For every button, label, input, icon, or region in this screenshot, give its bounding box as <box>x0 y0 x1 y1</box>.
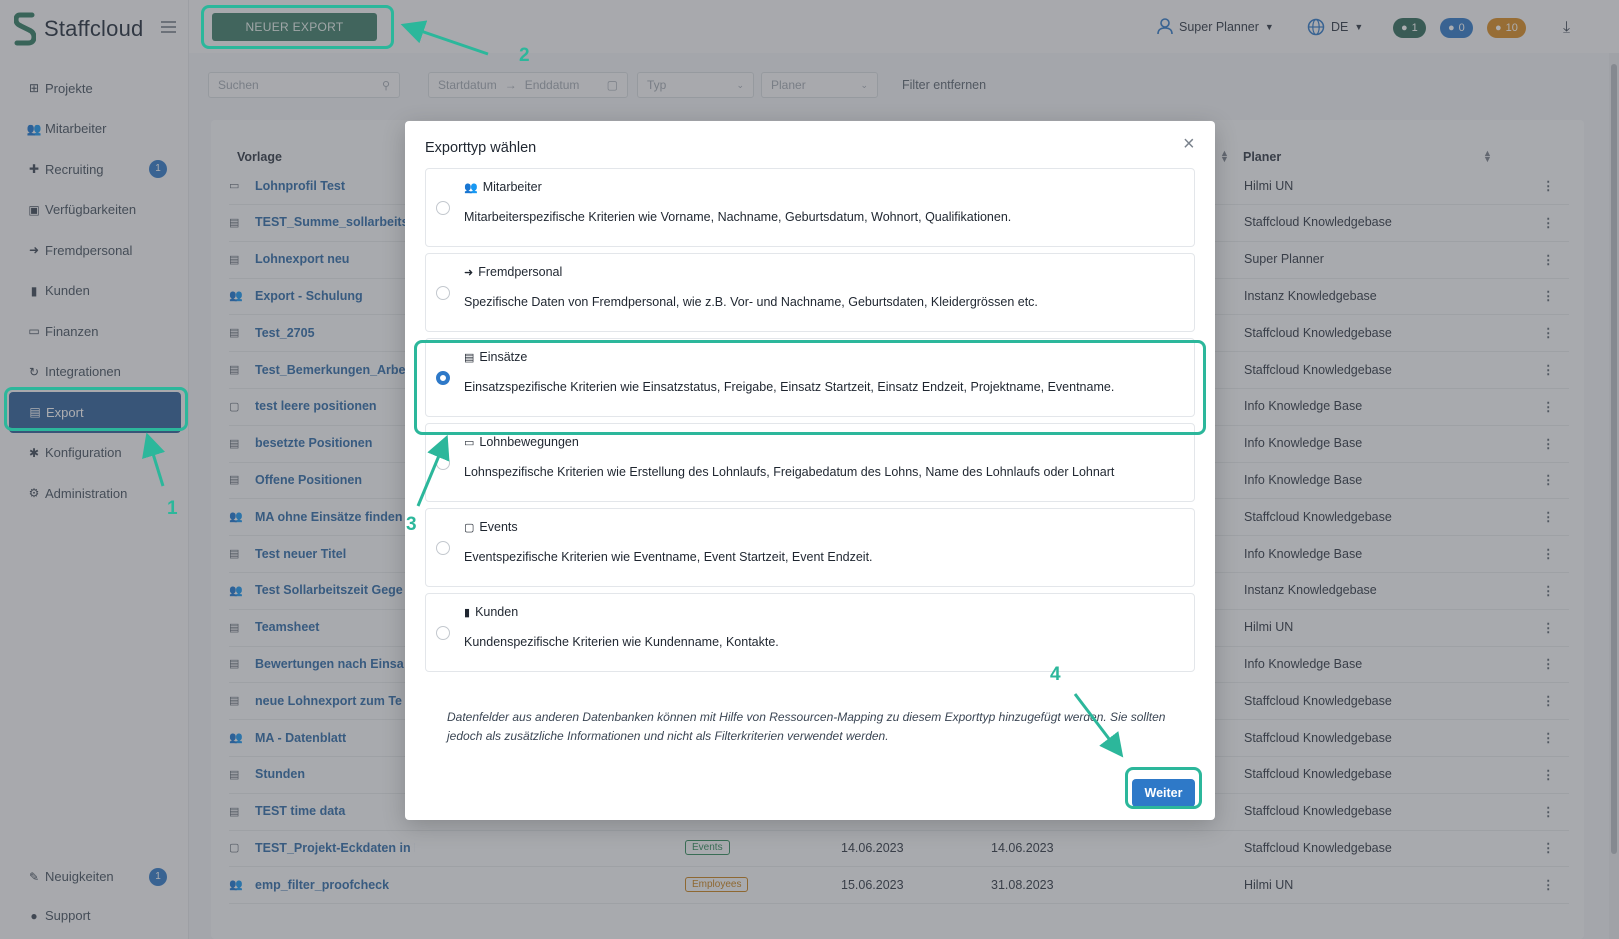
arrow-3 <box>416 434 450 507</box>
annotation-arrows <box>142 20 1124 758</box>
arrow-2 <box>400 20 489 56</box>
arrow-1 <box>142 432 166 487</box>
arrow-4 <box>1073 693 1124 758</box>
